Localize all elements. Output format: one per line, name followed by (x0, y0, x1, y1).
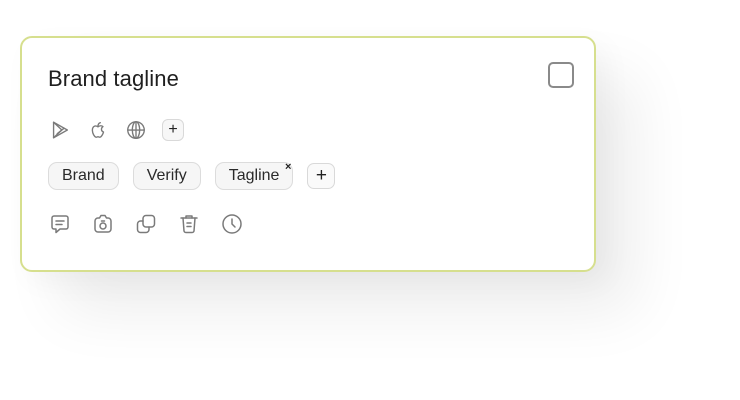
tag-label: Verify (146, 167, 187, 184)
platform-row: + (48, 118, 184, 142)
screenshot-icon[interactable] (91, 212, 115, 236)
select-checkbox[interactable] (548, 62, 574, 88)
tag-tagline[interactable]: Tagline × (214, 162, 294, 190)
tag-row: Brand Verify Tagline × + (48, 162, 336, 190)
tag-verify[interactable]: Verify (132, 162, 201, 190)
card-title: Brand tagline (48, 66, 179, 91)
delete-icon[interactable] (177, 212, 201, 236)
apple-icon[interactable] (86, 118, 110, 142)
add-platform-button[interactable]: + (162, 119, 184, 141)
history-icon[interactable] (220, 212, 244, 236)
tag-label: Tagline (228, 167, 280, 184)
item-card[interactable]: Brand tagline + Brand Verify Tagline × + (20, 36, 596, 272)
globe-icon[interactable] (124, 118, 148, 142)
add-tag-button[interactable]: + (307, 163, 336, 189)
remove-tag-button[interactable]: × (285, 162, 291, 173)
canvas: Brand tagline + Brand Verify Tagline × + (0, 0, 740, 400)
google-play-icon[interactable] (48, 118, 72, 142)
tag-label: Brand (62, 167, 105, 184)
tag-brand[interactable]: Brand (48, 162, 119, 190)
duplicate-icon[interactable] (134, 212, 158, 236)
action-row (48, 212, 244, 236)
comment-icon[interactable] (48, 212, 72, 236)
